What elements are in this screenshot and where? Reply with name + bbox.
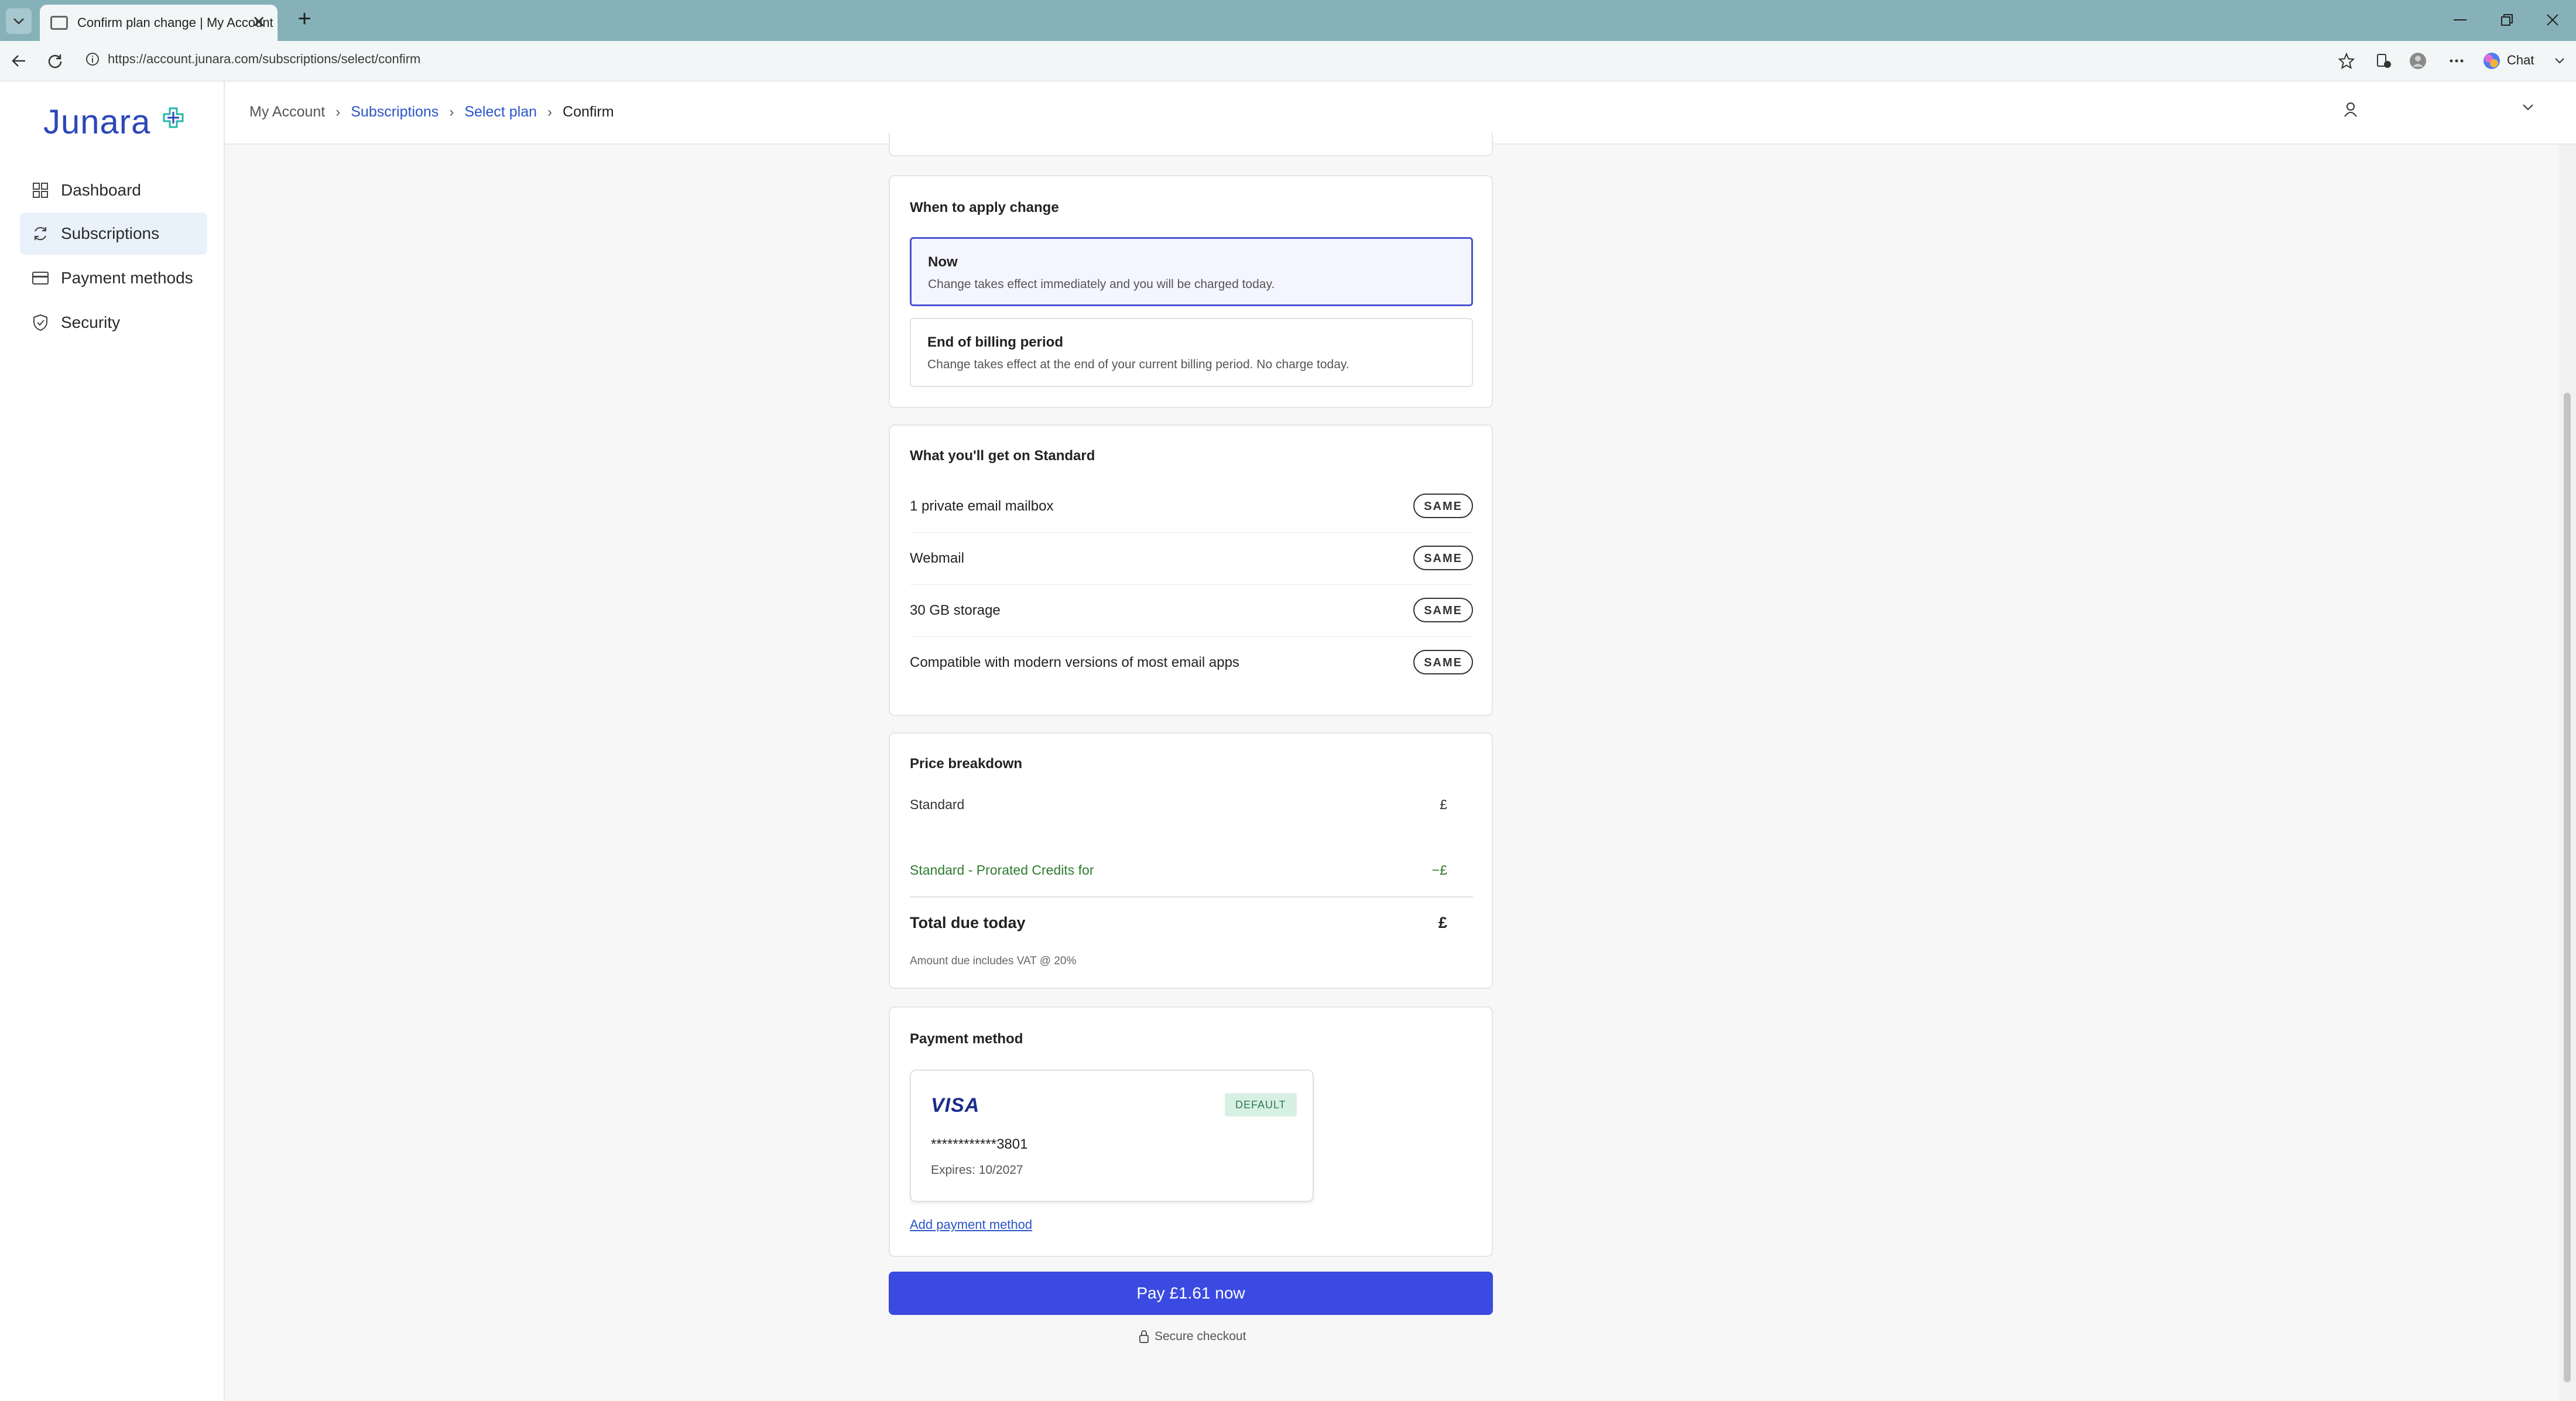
section-title: Price breakdown bbox=[910, 756, 1023, 772]
feature-row: Webmail SAME bbox=[910, 533, 1473, 585]
tab-list-button[interactable] bbox=[6, 8, 32, 34]
address-bar[interactable]: https://account.junara.com/subscriptions… bbox=[108, 52, 420, 67]
same-badge: SAME bbox=[1413, 650, 1473, 674]
secure-checkout-text: Secure checkout bbox=[1155, 1330, 1246, 1343]
refresh-icon bbox=[30, 224, 50, 244]
sidebar-item-payment-methods[interactable]: Payment methods bbox=[20, 257, 207, 299]
option-now[interactable]: Now Change takes effect immediately and … bbox=[910, 237, 1473, 306]
copilot-icon[interactable] bbox=[2480, 49, 2503, 73]
same-badge: SAME bbox=[1413, 494, 1473, 518]
minimize-icon[interactable] bbox=[2448, 9, 2472, 30]
more-options-icon[interactable] bbox=[2445, 49, 2468, 73]
breadcrumb-subscriptions[interactable]: Subscriptions bbox=[351, 104, 439, 121]
feature-label: Webmail bbox=[910, 550, 964, 566]
saved-card[interactable]: VISA DEFAULT ************3801 Expires: 1… bbox=[910, 1070, 1314, 1202]
same-badge: SAME bbox=[1413, 546, 1473, 570]
grid-icon bbox=[30, 180, 50, 200]
breadcrumb-select-plan[interactable]: Select plan bbox=[464, 104, 537, 121]
restore-icon[interactable] bbox=[2495, 9, 2519, 30]
when-to-apply-card: When to apply change Now Change takes ef… bbox=[889, 175, 1493, 408]
add-payment-method-link[interactable]: Add payment method bbox=[910, 1217, 1032, 1232]
total-label: Total due today bbox=[910, 914, 1026, 931]
new-tab-button[interactable]: + bbox=[292, 6, 317, 32]
card-number: ************3801 bbox=[931, 1136, 1028, 1152]
lock-icon bbox=[1139, 1330, 1149, 1343]
credit-card-icon bbox=[30, 268, 50, 288]
user-menu-chevron-icon[interactable] bbox=[2522, 104, 2534, 115]
breadcrumb-current: Confirm bbox=[563, 104, 614, 120]
browser-toolbar: https://account.junara.com/subscriptions… bbox=[0, 41, 2576, 81]
chevron-down-icon bbox=[13, 18, 24, 25]
plan-features-card: What you'll get on Standard 1 private em… bbox=[889, 424, 1493, 716]
feature-row: 1 private email mailbox SAME bbox=[910, 481, 1473, 533]
credit-line-label: Standard - Prorated Credits for bbox=[910, 862, 1094, 878]
section-title: Payment method bbox=[910, 1031, 1023, 1047]
chevron-right-icon: › bbox=[335, 104, 341, 120]
main-content: When to apply change Now Change takes ef… bbox=[225, 133, 2576, 1401]
reload-icon[interactable] bbox=[43, 49, 67, 73]
sidebar-item-label: Security bbox=[61, 313, 121, 331]
chevron-right-icon: › bbox=[547, 104, 553, 120]
option-description: Change takes effect at the end of your c… bbox=[927, 358, 1349, 371]
total-value: £ bbox=[1438, 914, 1447, 931]
scrollbar-thumb[interactable] bbox=[2564, 393, 2571, 1382]
sidebar: Junara Dashboard Subscriptions Payment m… bbox=[0, 81, 225, 1401]
brand-logo[interactable]: Junara bbox=[43, 102, 150, 142]
secure-checkout: Secure checkout bbox=[1138, 1330, 1246, 1344]
option-title: End of billing period bbox=[927, 334, 1063, 350]
payment-method-card: Payment method VISA DEFAULT ************… bbox=[889, 1006, 1493, 1257]
feature-label: 30 GB storage bbox=[910, 602, 1001, 618]
browser-tab-bar: Confirm plan change | My Account ✕ + bbox=[0, 0, 2576, 41]
shield-icon bbox=[30, 313, 50, 333]
section-title: When to apply change bbox=[910, 200, 1059, 215]
favorite-star-icon[interactable] bbox=[2335, 49, 2358, 73]
price-line-value: £ bbox=[1440, 797, 1447, 812]
extensions-icon[interactable] bbox=[2372, 49, 2396, 73]
pay-now-button[interactable]: Pay £1.61 now bbox=[889, 1272, 1493, 1315]
logo-mark-icon bbox=[162, 106, 185, 132]
user-icon[interactable] bbox=[2343, 101, 2358, 121]
back-icon[interactable] bbox=[7, 49, 30, 73]
section-title: What you'll get on Standard bbox=[910, 448, 1095, 464]
sidebar-item-label: Dashboard bbox=[61, 181, 141, 199]
scrollbar[interactable] bbox=[2558, 145, 2576, 1401]
sidebar-item-dashboard[interactable]: Dashboard bbox=[20, 169, 207, 211]
profile-avatar-icon[interactable] bbox=[2406, 49, 2430, 73]
vat-note: Amount due includes VAT @ 20% bbox=[910, 955, 1077, 967]
site-info-icon[interactable] bbox=[85, 52, 100, 70]
default-badge: DEFAULT bbox=[1225, 1093, 1297, 1116]
sidebar-item-subscriptions[interactable]: Subscriptions bbox=[20, 213, 207, 255]
feature-label: Compatible with modern versions of most … bbox=[910, 655, 1239, 670]
browser-tab-active[interactable]: Confirm plan change | My Account ✕ bbox=[40, 5, 278, 41]
feature-label: 1 private email mailbox bbox=[910, 498, 1054, 514]
option-title: Now bbox=[928, 254, 958, 270]
mail-icon bbox=[50, 16, 68, 30]
same-badge: SAME bbox=[1413, 598, 1473, 622]
feature-row: Compatible with modern versions of most … bbox=[910, 637, 1473, 688]
option-description: Change takes effect immediately and you … bbox=[928, 278, 1275, 291]
sidebar-item-label: Subscriptions bbox=[61, 224, 160, 242]
chat-chevron-icon[interactable] bbox=[2548, 49, 2571, 73]
tab-title: Confirm plan change | My Account bbox=[77, 15, 273, 30]
breadcrumb-my-account[interactable]: My Account bbox=[249, 104, 325, 121]
sidebar-item-label: Payment methods bbox=[61, 269, 193, 287]
price-line-label: Standard bbox=[910, 797, 965, 812]
close-window-icon[interactable] bbox=[2541, 9, 2564, 30]
breadcrumb: My Account › Subscriptions › Select plan… bbox=[249, 104, 614, 121]
credit-line-value: −£ bbox=[1431, 862, 1447, 878]
divider bbox=[910, 896, 1473, 898]
option-end-of-billing-period[interactable]: End of billing period Change takes effec… bbox=[910, 318, 1473, 387]
visa-logo: VISA bbox=[931, 1094, 980, 1116]
feature-row: 30 GB storage SAME bbox=[910, 585, 1473, 637]
card-expiry: Expires: 10/2027 bbox=[931, 1163, 1023, 1177]
previous-card bbox=[889, 133, 1493, 156]
chevron-right-icon: › bbox=[449, 104, 454, 120]
price-breakdown-card: Price breakdown Standard £ Standard - Pr… bbox=[889, 732, 1493, 989]
chat-label[interactable]: Chat bbox=[2507, 53, 2534, 68]
close-tab-icon[interactable]: ✕ bbox=[252, 14, 266, 30]
sidebar-item-security[interactable]: Security bbox=[20, 302, 207, 344]
